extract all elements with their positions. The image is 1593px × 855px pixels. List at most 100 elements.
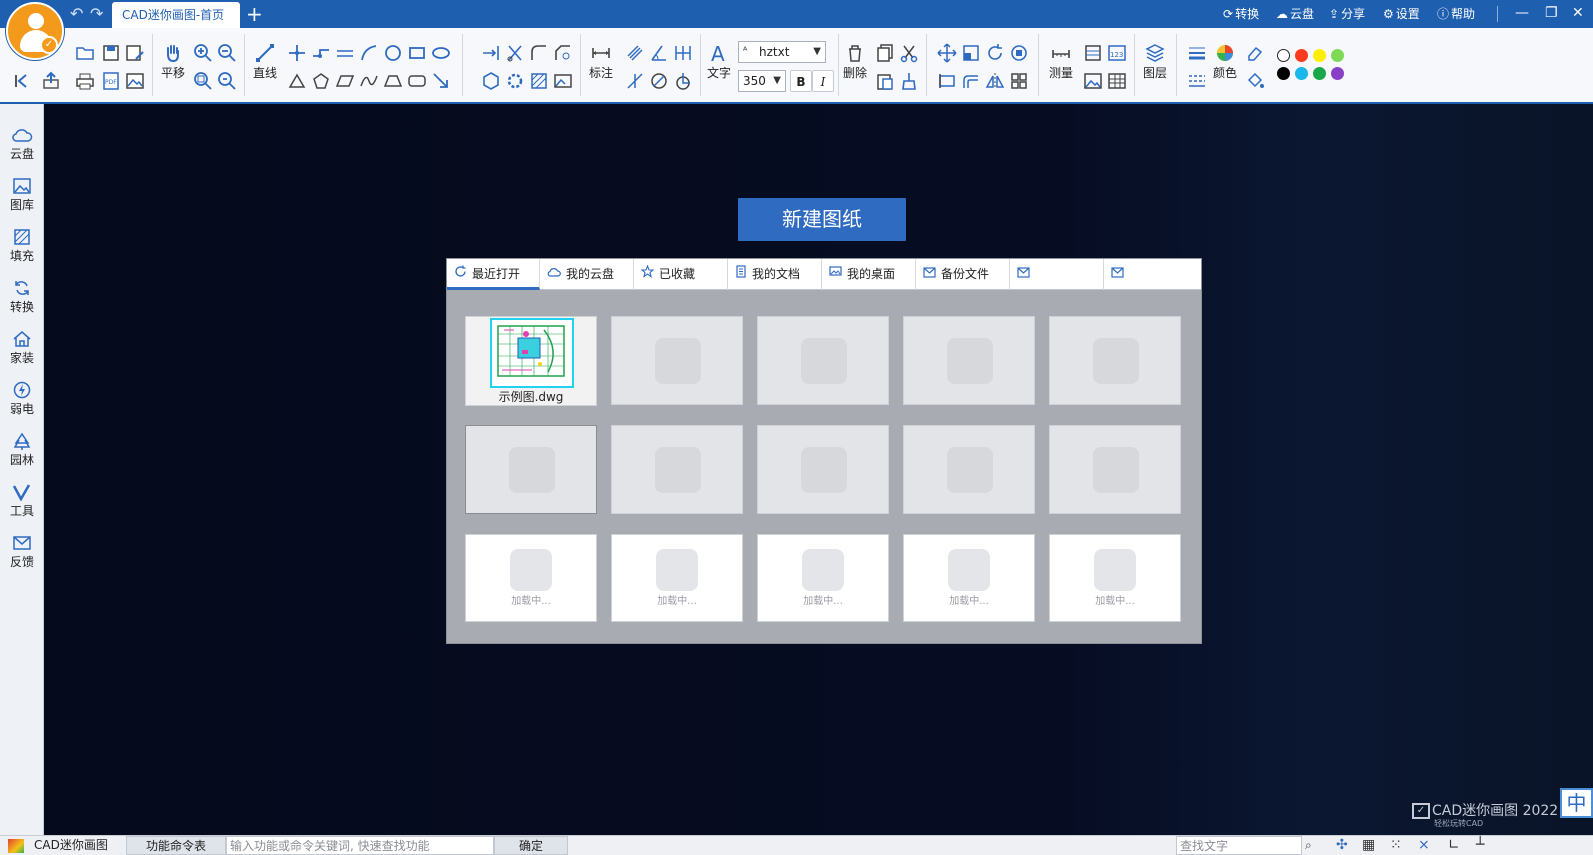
chamfer-icon[interactable]: [552, 42, 574, 64]
tab-recent[interactable]: 最近打开: [447, 259, 540, 290]
file-tile-loading[interactable]: 加载中...: [611, 534, 743, 622]
area-icon[interactable]: [1082, 42, 1104, 64]
new-drawing-button[interactable]: 新建图纸: [738, 198, 906, 241]
bold-button[interactable]: B: [790, 70, 812, 92]
tab-extra-2[interactable]: [1104, 259, 1201, 290]
sidebar-item-convert[interactable]: 转换: [0, 279, 44, 314]
sidebar-item-low-voltage[interactable]: 弱电: [0, 381, 44, 416]
triangle-icon[interactable]: [286, 70, 308, 92]
command-table-button[interactable]: 功能命令表: [126, 836, 226, 855]
zoom-window-icon[interactable]: [192, 70, 214, 92]
font-select[interactable]: ᴬ hztxt ▼: [738, 41, 826, 63]
command-search-input[interactable]: 输入功能或命令关键词, 快速查找功能: [226, 836, 494, 855]
insert-image-icon[interactable]: [552, 70, 574, 92]
zoom-out-icon[interactable]: [216, 42, 238, 64]
trapezoid-icon[interactable]: [382, 70, 404, 92]
file-tile-loading[interactable]: 加载中...: [903, 534, 1035, 622]
swatch-red[interactable]: [1295, 49, 1308, 62]
close-button[interactable]: ✕: [1572, 3, 1584, 23]
parallelogram-icon[interactable]: [334, 70, 356, 92]
save-as-icon[interactable]: [124, 42, 146, 64]
cut-icon[interactable]: [898, 42, 920, 64]
aligned-dim-icon[interactable]: [624, 42, 646, 64]
tab-backup-files[interactable]: 备份文件: [916, 259, 1010, 290]
lineweight-toggle-icon[interactable]: ┴: [1476, 836, 1484, 855]
ortho-icon[interactable]: ⨯: [1418, 836, 1430, 855]
coordinate-dim-icon[interactable]: [672, 70, 694, 92]
image-export-icon[interactable]: [124, 70, 146, 92]
find-text-input[interactable]: 查找文字: [1176, 836, 1302, 855]
sidebar-item-home[interactable]: 家装: [0, 330, 44, 365]
polyline-icon[interactable]: [286, 42, 308, 64]
circle-icon[interactable]: [382, 42, 404, 64]
layer-button[interactable]: 图层: [1140, 42, 1170, 80]
tab-my-documents[interactable]: 我的文档: [728, 259, 822, 290]
stretch-icon[interactable]: [936, 70, 958, 92]
file-tile-empty[interactable]: [1049, 425, 1181, 514]
cloud-button[interactable]: ☁ 云盘: [1276, 6, 1314, 22]
pdf-icon[interactable]: PDF: [100, 70, 122, 92]
angle-dim-icon[interactable]: [648, 42, 670, 64]
file-tile-loading[interactable]: 加载中...: [757, 534, 889, 622]
undo-icon[interactable]: ↶: [70, 4, 83, 24]
linetype-icon[interactable]: [1186, 70, 1208, 92]
redo-icon[interactable]: ↷: [90, 4, 103, 24]
mirror-icon[interactable]: [984, 70, 1006, 92]
swatch-light-green[interactable]: [1331, 49, 1344, 62]
spline-icon[interactable]: [358, 42, 380, 64]
document-tab[interactable]: CAD迷你画图-首页: [112, 2, 240, 28]
array-rotate-icon[interactable]: [1008, 42, 1030, 64]
swatch-green[interactable]: [1313, 67, 1326, 80]
extend-icon[interactable]: [480, 42, 502, 64]
open-folder-icon[interactable]: [74, 42, 96, 64]
move-icon[interactable]: [936, 42, 958, 64]
trim-icon[interactable]: [504, 42, 526, 64]
pentagon-icon[interactable]: [310, 70, 332, 92]
counter-icon[interactable]: 123: [1106, 42, 1128, 64]
sidebar-item-gallery[interactable]: 图库: [0, 177, 44, 212]
font-size-select[interactable]: 350 ▼: [738, 70, 786, 92]
ellipse-icon[interactable]: [430, 42, 452, 64]
paste-icon[interactable]: [874, 70, 896, 92]
ime-indicator[interactable]: 中: [1560, 788, 1593, 818]
search-icon[interactable]: ⌕: [1305, 836, 1312, 855]
picture-icon[interactable]: [1082, 70, 1104, 92]
export-icon[interactable]: [40, 70, 62, 92]
sidebar-item-tools[interactable]: 工具: [0, 483, 44, 518]
rounded-rect-icon[interactable]: [406, 70, 428, 92]
share-button[interactable]: ⇪ 分享: [1329, 6, 1365, 22]
file-tile-empty[interactable]: [757, 316, 889, 405]
sidebar-item-feedback[interactable]: 反馈: [0, 534, 44, 569]
file-tile-empty[interactable]: [903, 425, 1035, 514]
tab-my-cloud[interactable]: 我的云盘: [540, 259, 634, 290]
back-icon[interactable]: [12, 70, 34, 92]
measure-button[interactable]: 测量: [1046, 42, 1076, 80]
delete-button[interactable]: 删除: [842, 42, 868, 80]
dimension-button[interactable]: 标注: [586, 42, 616, 80]
curve-icon[interactable]: [358, 70, 380, 92]
italic-button[interactable]: I: [812, 70, 834, 92]
swatch-yellow[interactable]: [1313, 49, 1326, 62]
file-tile-empty[interactable]: [611, 425, 743, 514]
save-icon[interactable]: [100, 42, 122, 64]
continuous-dim-icon[interactable]: [672, 42, 694, 64]
file-tile-loading[interactable]: 加载中...: [465, 534, 597, 622]
file-tile-empty[interactable]: [903, 316, 1035, 405]
print-icon[interactable]: [74, 70, 96, 92]
polar-icon[interactable]: ∟: [1448, 836, 1460, 855]
hatch-region-icon[interactable]: [528, 70, 550, 92]
color-button[interactable]: 颜色: [1212, 42, 1238, 80]
swatch-black[interactable]: [1277, 67, 1290, 80]
rotate-icon[interactable]: [984, 42, 1006, 64]
multiline-icon[interactable]: [310, 42, 332, 64]
settings-button[interactable]: ⚙ 设置: [1383, 6, 1420, 22]
copy-icon[interactable]: [874, 42, 896, 64]
scale-icon[interactable]: [960, 42, 982, 64]
arrow-icon[interactable]: [430, 70, 452, 92]
rectangle-icon[interactable]: [406, 42, 428, 64]
gear-shape-icon[interactable]: [504, 70, 526, 92]
zoom-extents-icon[interactable]: [216, 70, 238, 92]
minimize-button[interactable]: —: [1515, 3, 1529, 23]
sidebar-item-cloud[interactable]: 云盘: [0, 126, 44, 161]
confirm-button[interactable]: 确定: [494, 836, 568, 855]
